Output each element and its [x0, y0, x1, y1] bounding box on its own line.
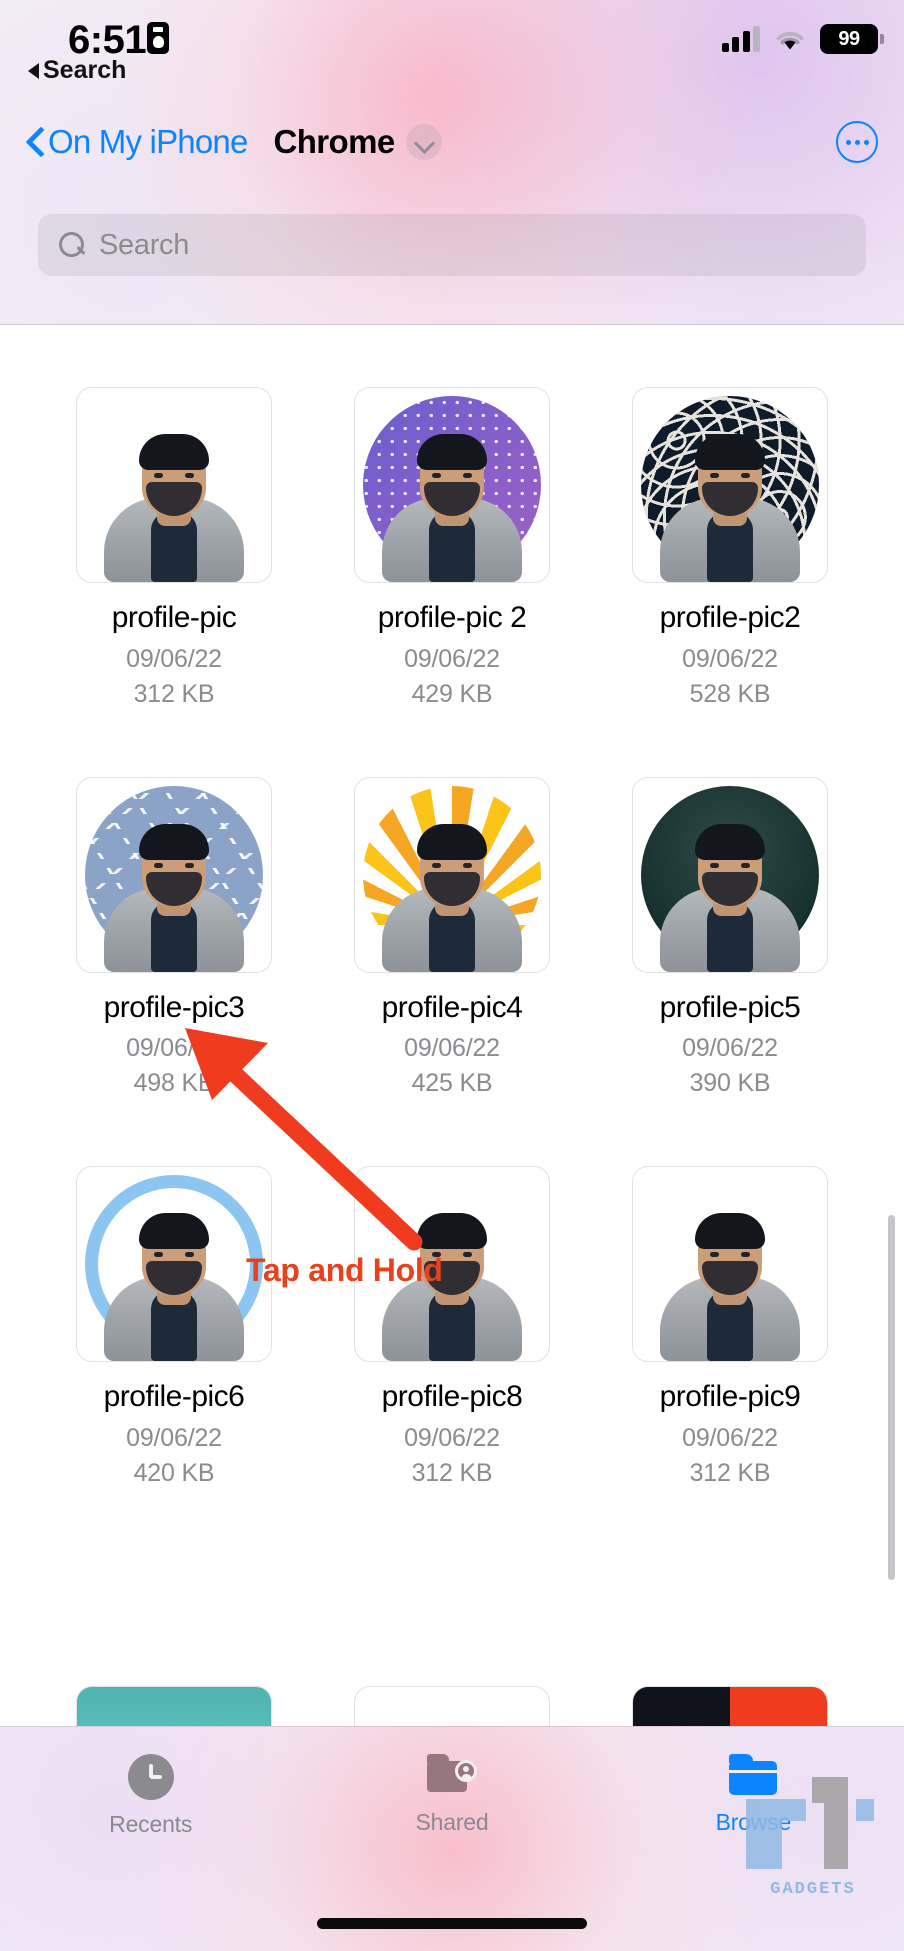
file-thumbnail-partial[interactable]	[76, 1686, 272, 1726]
folder-icon	[729, 1754, 778, 1798]
cellular-signal-icon	[721, 26, 760, 52]
portrait-image	[377, 432, 527, 582]
file-name: profile-pic8	[381, 1380, 523, 1413]
file-name: profile-pic3	[103, 990, 245, 1024]
portrait-image	[99, 822, 249, 972]
back-button[interactable]: On My iPhone	[26, 123, 248, 161]
battery-level-label: 99	[838, 27, 860, 50]
file-size: 420 KB	[133, 1458, 215, 1487]
portrait-image	[655, 822, 805, 972]
file-thumbnail[interactable]	[76, 387, 272, 583]
tab-shared[interactable]: Shared	[301, 1754, 602, 1836]
file-size: 312 KB	[133, 679, 215, 708]
search-icon	[58, 231, 86, 259]
file-size: 312 KB	[411, 1458, 493, 1487]
file-thumbnail-partial[interactable]	[354, 1686, 550, 1726]
file-thumbnail[interactable]	[354, 387, 550, 583]
file-grid-next-row-peek	[60, 1686, 844, 1726]
tab-recents[interactable]: Recents	[0, 1754, 301, 1838]
search-input[interactable]: Search	[38, 214, 866, 276]
file-name: profile-pic5	[659, 990, 801, 1024]
file-item[interactable]: profile-pic5 09/06/22 390 KB	[616, 776, 844, 1099]
header-divider	[0, 324, 904, 325]
file-item[interactable]: profile-pic 09/06/22 312 KB	[60, 387, 288, 709]
file-date: 09/06/22	[126, 1034, 222, 1062]
tab-browse-label: Browse	[715, 1809, 792, 1835]
status-bar-back-label: Search	[43, 56, 127, 84]
portrait-image	[377, 1211, 527, 1361]
portrait-image	[99, 1211, 249, 1361]
tab-recents-label: Recents	[109, 1811, 193, 1837]
back-button-label: On My iPhone	[48, 123, 248, 160]
portrait-image	[377, 822, 527, 972]
vertical-scrollbar[interactable]	[888, 1215, 895, 1580]
page-title: Chrome	[273, 123, 396, 160]
wifi-icon	[773, 26, 807, 52]
tab-shared-label: Shared	[415, 1809, 489, 1835]
shared-folder-icon	[426, 1754, 477, 1798]
file-thumbnail[interactable]	[632, 776, 828, 973]
file-thumbnail[interactable]	[76, 776, 272, 973]
screen-record-icon	[147, 22, 169, 54]
file-size: 425 KB	[411, 1069, 493, 1097]
clock-icon	[127, 1754, 174, 1800]
file-item[interactable]: profile-pic6 09/06/22 420 KB	[60, 1166, 288, 1488]
file-date: 09/06/22	[404, 644, 500, 673]
file-thumbnail[interactable]	[632, 1166, 828, 1362]
status-bar-indicators: 99	[721, 24, 884, 54]
portrait-image	[655, 1211, 805, 1361]
file-date: 09/06/22	[682, 1423, 778, 1452]
chevron-left-icon	[26, 125, 46, 159]
file-name: profile-pic6	[103, 1380, 245, 1413]
search-placeholder: Search	[99, 228, 190, 261]
status-bar: 6:51 Search 99	[0, 0, 904, 108]
file-item[interactable]: profile-pic8 09/06/22 312 KB	[338, 1166, 566, 1488]
more-options-button[interactable]	[836, 121, 878, 163]
file-date: 09/06/22	[404, 1034, 500, 1062]
file-item[interactable]: profile-pic3 09/06/22 498 KB	[60, 776, 288, 1099]
home-indicator[interactable]	[317, 1918, 587, 1929]
file-date: 09/06/22	[682, 1034, 778, 1062]
file-date: 09/06/22	[126, 644, 222, 673]
file-item[interactable]: profile-pic4 09/06/22 425 KB	[338, 776, 566, 1099]
file-item[interactable]: profile-pic9 09/06/22 312 KB	[616, 1166, 844, 1488]
file-date: 09/06/22	[682, 644, 778, 673]
status-bar-back-to-search[interactable]: Search	[28, 56, 126, 85]
file-name: profile-pic	[111, 601, 237, 634]
file-thumbnail[interactable]	[632, 387, 828, 583]
file-name: profile-pic 2	[377, 601, 527, 634]
file-size: 429 KB	[411, 679, 493, 708]
portrait-image	[655, 432, 805, 582]
file-name: profile-pic4	[381, 990, 523, 1024]
file-item[interactable]: profile-pic 2 09/06/22 429 KB	[338, 387, 566, 709]
file-grid[interactable]: profile-pic 09/06/22 312 KB profile-pic 2 09…	[0, 325, 904, 1726]
file-item[interactable]: profile-pic2 09/06/22 528 KB	[616, 387, 844, 709]
file-date: 09/06/22	[126, 1423, 222, 1452]
file-size: 498 KB	[133, 1069, 215, 1097]
file-name: profile-pic2	[659, 601, 801, 634]
battery-indicator: 99	[820, 24, 884, 54]
file-thumbnail[interactable]	[354, 776, 550, 973]
file-size: 528 KB	[689, 679, 771, 708]
portrait-image	[99, 432, 249, 582]
file-grid-items: profile-pic 09/06/22 312 KB profile-pic 2 09…	[0, 325, 904, 1488]
chevron-down-icon[interactable]	[405, 124, 442, 160]
file-name: profile-pic9	[659, 1380, 801, 1413]
navigation-bar: On My iPhone Chrome	[0, 108, 904, 176]
search-bar: Search	[0, 214, 904, 284]
file-thumbnail[interactable]	[76, 1166, 272, 1362]
file-thumbnail[interactable]	[354, 1166, 550, 1362]
tab-browse[interactable]: Browse	[603, 1754, 904, 1836]
file-thumbnail-partial[interactable]	[632, 1686, 828, 1726]
back-triangle-icon	[28, 62, 39, 79]
file-size: 390 KB	[689, 1069, 771, 1097]
file-date: 09/06/22	[404, 1423, 500, 1452]
file-size: 312 KB	[689, 1458, 771, 1487]
